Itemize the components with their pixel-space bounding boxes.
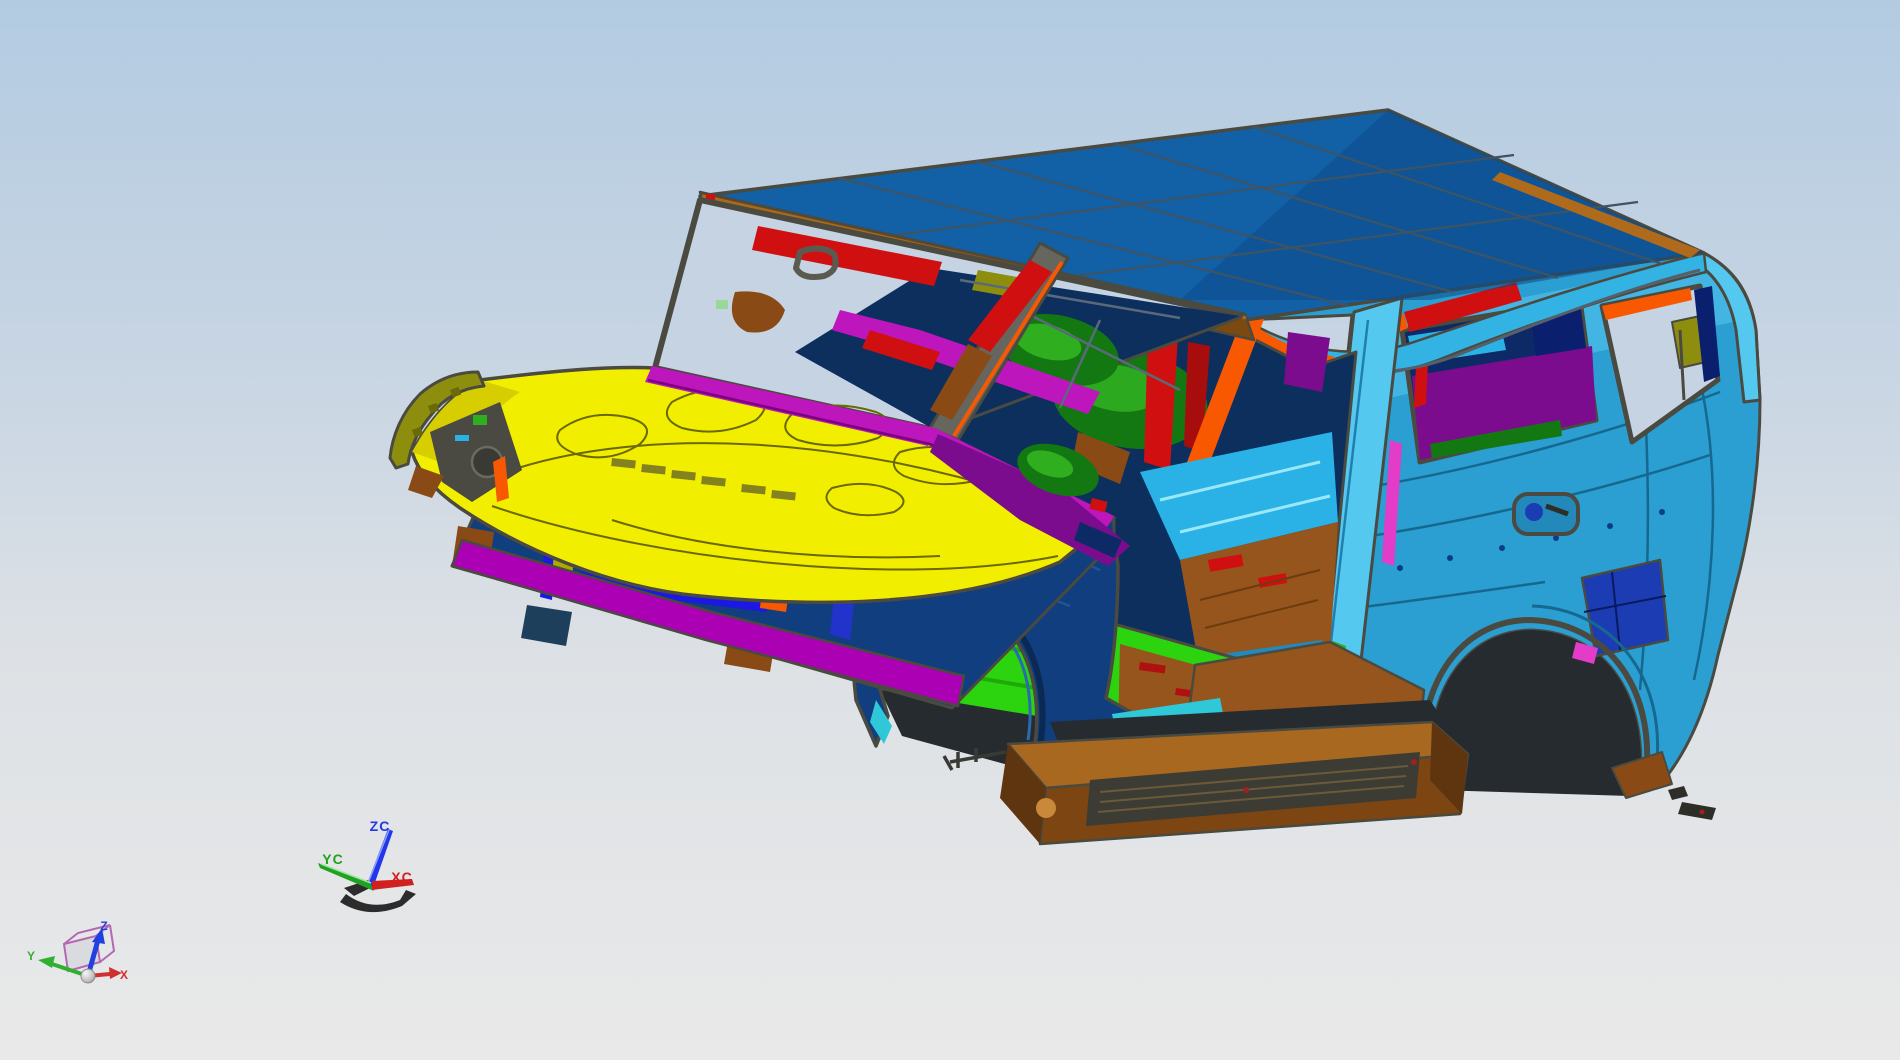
view-origin-ball[interactable] <box>80 968 96 984</box>
inner-trim-purple <box>1284 332 1330 392</box>
view-y-label: Y <box>27 949 35 963</box>
cad-canvas[interactable]: ZC YC XC Z Y X <box>0 0 1900 1060</box>
door-handle-pocket[interactable] <box>1512 492 1580 536</box>
tread-red-dot-1 <box>1411 759 1417 765</box>
tread-red-dot-2 <box>1243 787 1249 793</box>
wcs-z-label: ZC <box>370 818 391 834</box>
wcs-y-label: YC <box>322 851 343 867</box>
debris-red-dot <box>1699 809 1705 815</box>
view-x-label: X <box>120 968 128 982</box>
handle-glint <box>1525 503 1543 521</box>
pillar-green-clip <box>716 300 728 309</box>
view-z-label: Z <box>100 919 107 933</box>
cad-viewport[interactable]: ZC YC XC Z Y X <box>0 0 1900 1060</box>
board-corner-glint <box>1036 798 1056 818</box>
interior-red-sliver <box>1414 362 1428 408</box>
wcs-x-label: XC <box>391 869 412 885</box>
